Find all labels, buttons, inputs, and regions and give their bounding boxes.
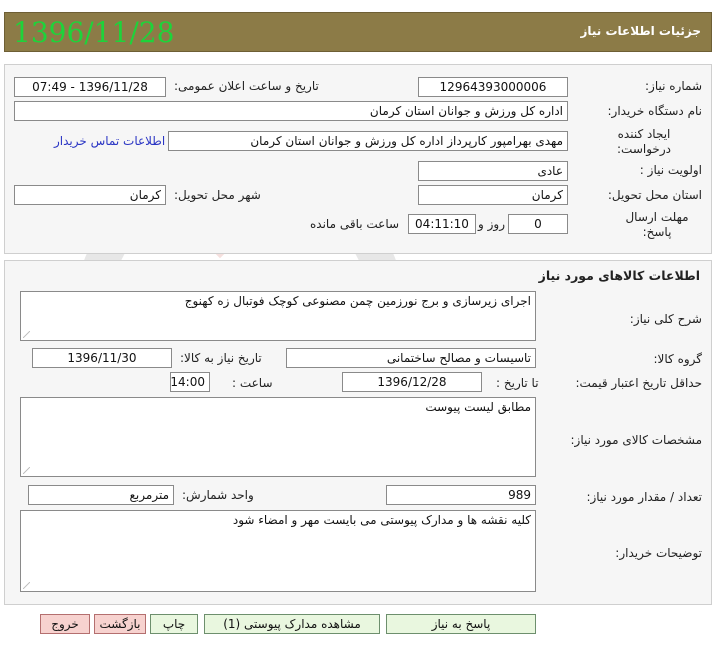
- reply-button[interactable]: پاسخ به نیاز: [386, 614, 536, 634]
- need-date-field: 1396/11/30: [32, 348, 172, 368]
- contact-buyer-link[interactable]: اطلاعات تماس خریدار: [54, 134, 165, 148]
- announce-datetime-field: 1396/11/28 - 07:49: [14, 77, 166, 97]
- deadline-label: مهلت ارسال پاسخ:: [625, 210, 689, 239]
- buyer-notes-label: توضیحات خریدار:: [615, 546, 702, 560]
- resize-grip-icon: [23, 467, 30, 474]
- need-date-label: تاریخ نیاز به کالا:: [180, 351, 262, 365]
- quantity-field: 989: [386, 485, 536, 505]
- view-attachments-button[interactable]: مشاهده مدارک پیوستی (1): [204, 614, 380, 634]
- validity-date-field: 1396/12/28: [342, 372, 482, 392]
- buyer-notes-text: کلیه نقشه ها و مدارک پیوستی می بایست مهر…: [232, 513, 531, 527]
- announce-label: تاریخ و ساعت اعلان عمومی:: [174, 79, 319, 93]
- need-number-field: 12964393000006: [418, 77, 568, 97]
- page-header: جزئیات اطلاعات نیاز 1396/11/28: [4, 12, 712, 52]
- specs-textarea: مطابق لیست پیوست: [20, 397, 536, 477]
- group-label: گروه کالا:: [653, 352, 703, 366]
- remaining-days-field: 0: [508, 214, 568, 234]
- need-number-label: شماره نیاز:: [645, 79, 702, 93]
- creator-label: ایجاد کننده درخواست:: [617, 127, 671, 156]
- unit-field: مترمربع: [28, 485, 174, 505]
- hour-label: ساعت :: [232, 376, 273, 390]
- exit-button[interactable]: خروج: [40, 614, 90, 634]
- priority-label: اولویت نیاز :: [639, 163, 702, 177]
- group-field: تاسیسات و مصالح ساختمانی: [286, 348, 536, 368]
- creator-field: مهدی بهرامپور کارپرداز اداره کل ورزش و ج…: [168, 131, 568, 151]
- specs-text: مطابق لیست پیوست: [425, 400, 531, 414]
- quantity-label: تعداد / مقدار مورد نیاز:: [586, 490, 702, 504]
- priority-field: عادی: [418, 161, 568, 181]
- goods-section-title: اطلاعات کالاهای مورد نیاز: [538, 268, 700, 283]
- remaining-time-field: 04:11:10: [408, 214, 476, 234]
- buyer-notes-textarea: کلیه نقشه ها و مدارک پیوستی می بایست مهر…: [20, 510, 536, 592]
- back-button[interactable]: بازگشت: [94, 614, 146, 634]
- specs-label: مشخصات کالای مورد نیاز:: [570, 433, 702, 447]
- description-label: شرح کلی نیاز:: [629, 312, 702, 326]
- city-label: شهر محل تحویل:: [174, 188, 261, 202]
- description-textarea: اجرای زیرسازی و برج نورزمین چمن مصنوعی ک…: [20, 291, 536, 341]
- province-label: استان محل تحویل:: [607, 188, 702, 202]
- remaining-text: ساعت باقی مانده: [310, 217, 400, 231]
- city-field: کرمان: [14, 185, 166, 205]
- days-text: روز و: [478, 217, 505, 231]
- print-button[interactable]: چاپ: [150, 614, 198, 634]
- validity-label: حداقل تاریخ اعتبار قیمت:: [575, 376, 702, 390]
- buyer-label: نام دستگاه خریدار:: [607, 104, 703, 118]
- header-date: 1396/11/28: [13, 16, 175, 49]
- validity-time-field: 14:00: [170, 372, 210, 392]
- description-text: اجرای زیرسازی و برج نورزمین چمن مصنوعی ک…: [184, 294, 531, 308]
- resize-grip-icon: [23, 582, 30, 589]
- unit-label: واحد شمارش:: [182, 488, 254, 502]
- until-label: تا تاریخ :: [496, 376, 539, 390]
- buyer-field: اداره کل ورزش و جوانان استان کرمان: [14, 101, 568, 121]
- resize-grip-icon: [23, 331, 30, 338]
- province-field: کرمان: [418, 185, 568, 205]
- page-title: جزئیات اطلاعات نیاز: [580, 24, 701, 38]
